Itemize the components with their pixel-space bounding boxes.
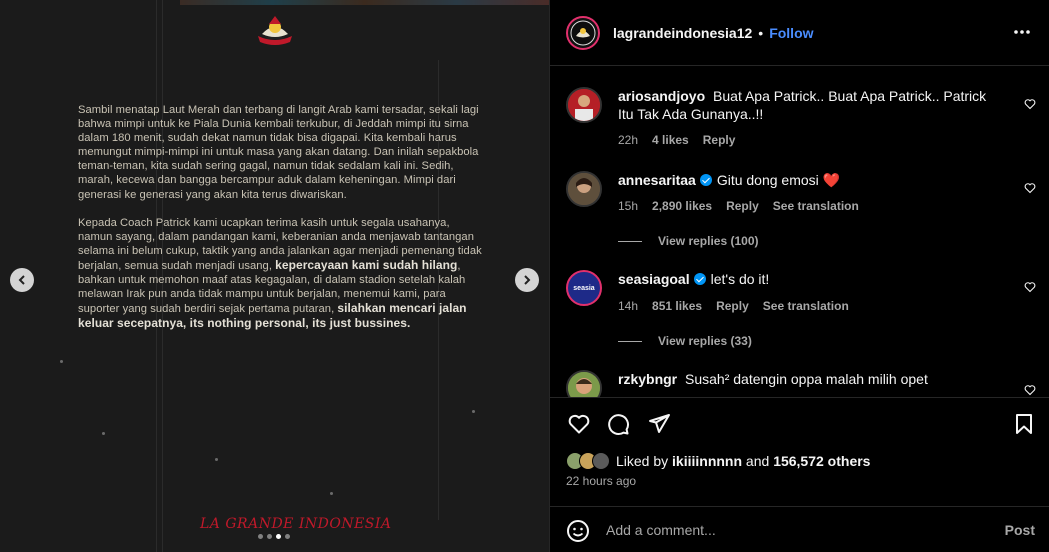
user-photo-icon <box>568 372 600 397</box>
comment-item: seasia seasiagoal let's do it! 14h 851 li… <box>566 270 1036 350</box>
comment-bubble-icon[interactable] <box>606 412 630 436</box>
view-replies-label: View replies (100) <box>658 234 759 248</box>
post-actions-bar <box>550 397 1049 449</box>
comment-likes[interactable]: 4 likes <box>652 133 689 147</box>
verified-badge-icon <box>693 273 706 285</box>
emoji-picker-icon[interactable] <box>566 519 590 543</box>
commenter-avatar[interactable] <box>566 370 602 397</box>
seasia-avatar-text: seasia <box>573 284 595 292</box>
lagrande-logo-icon <box>258 16 292 45</box>
commenter-avatar[interactable] <box>566 171 602 207</box>
liked-by-prefix: Liked by <box>616 453 673 469</box>
user-photo-icon <box>568 173 600 205</box>
reply-button[interactable]: Reply <box>726 199 759 213</box>
comment-username[interactable]: rzkybngr <box>618 371 677 387</box>
comment-likes[interactable]: 851 likes <box>652 299 702 313</box>
like-heart-icon[interactable] <box>567 412 591 436</box>
liked-by-user[interactable]: ikiiiinnnnn <box>672 453 742 469</box>
heart-outline-icon[interactable] <box>1024 281 1036 293</box>
comment-item: annesaritaa Gitu dong emosi ❤️ 15h 2,890 … <box>566 171 1036 251</box>
brand-wordmark: LA GRANDE INDONESIA <box>200 516 392 532</box>
top-image-strip <box>180 0 549 5</box>
previous-slide-button[interactable] <box>10 268 34 292</box>
comment-item: ariosandjoyo Buat Apa Patrick.. Buat Apa… <box>566 87 1036 157</box>
carousel-indicator <box>258 534 290 539</box>
film-speck <box>102 432 105 435</box>
reply-button[interactable]: Reply <box>703 133 736 147</box>
comment-text: Susah² datengin oppa malah milih opet <box>685 371 928 387</box>
comment-likes[interactable]: 2,890 likes <box>652 199 712 213</box>
comment-body: ariosandjoyo Buat Apa Patrick.. Buat Apa… <box>618 87 998 123</box>
comment-body: seasiagoal let's do it! <box>618 270 998 288</box>
film-speck <box>215 458 218 461</box>
carousel-dot <box>267 534 272 539</box>
heart-outline-icon[interactable] <box>1024 384 1036 396</box>
film-speck <box>60 360 63 363</box>
chevron-left-icon <box>18 275 25 285</box>
comment-meta: 22h 4 likes Reply <box>618 133 735 147</box>
comment-meta: 15h 2,890 likes Reply See translation <box>618 199 859 213</box>
liked-by-text: Liked by ikiiiinnnnn and 156,572 others <box>616 453 870 469</box>
carousel-dot-active <box>276 534 281 539</box>
commenter-avatar[interactable]: seasia <box>566 270 602 306</box>
post-caption-text: Sambil menatap Laut Merah dan terbang di… <box>78 103 486 345</box>
liked-by-row: Liked by ikiiiinnnnn and 156,572 others <box>566 452 870 470</box>
reply-button[interactable]: Reply <box>716 299 749 313</box>
comment-input[interactable] <box>606 519 986 541</box>
follow-button[interactable]: Follow <box>769 25 813 41</box>
comment-username[interactable]: annesaritaa <box>618 172 696 188</box>
see-translation-button[interactable]: See translation <box>773 199 859 213</box>
post-paragraph-2: Kepada Coach Patrick kami ucapkan terima… <box>78 216 486 332</box>
carousel-dot <box>258 534 263 539</box>
liked-by-others-count[interactable]: 156,572 others <box>773 453 870 469</box>
post-timestamp[interactable]: 22 hours ago <box>566 474 636 488</box>
film-speck <box>330 492 333 495</box>
user-photo-icon <box>568 89 600 121</box>
heart-outline-icon[interactable] <box>1024 98 1036 110</box>
post-header: lagrandeindonesia12 • Follow <box>550 0 1049 66</box>
post-side-panel: lagrandeindonesia12 • Follow ariosandjoy… <box>549 0 1049 552</box>
comment-time[interactable]: 22h <box>618 133 638 147</box>
author-avatar[interactable] <box>566 15 600 50</box>
liker-avatar[interactable] <box>592 452 610 470</box>
comment-body: annesaritaa Gitu dong emosi ❤️ <box>618 171 998 189</box>
header-separator: • <box>758 24 764 41</box>
post-paragraph-1: Sambil menatap Laut Merah dan terbang di… <box>78 104 479 201</box>
view-replies-button[interactable]: View replies (100) <box>618 234 759 248</box>
see-translation-button[interactable]: See translation <box>763 299 849 313</box>
comment-time[interactable]: 15h <box>618 199 638 213</box>
more-options-icon[interactable] <box>1012 22 1032 42</box>
bookmark-save-icon[interactable] <box>1012 412 1036 436</box>
comment-time[interactable]: 14h <box>618 299 638 313</box>
view-replies-button[interactable]: View replies (33) <box>618 334 752 348</box>
post-comment-button[interactable]: Post <box>1005 522 1035 538</box>
comment-username[interactable]: ariosandjoyo <box>618 88 705 104</box>
verified-badge-icon <box>699 174 712 186</box>
comment-item: rzkybngr Susah² datengin oppa malah mili… <box>566 370 1036 397</box>
lagrande-avatar-icon <box>570 20 596 45</box>
comment-username[interactable]: seasiagoal <box>618 271 690 287</box>
share-send-icon[interactable] <box>647 412 671 436</box>
comments-list[interactable]: ariosandjoyo Buat Apa Patrick.. Buat Apa… <box>550 67 1049 397</box>
commenter-avatar[interactable] <box>566 87 602 123</box>
view-replies-label: View replies (33) <box>658 334 752 348</box>
instagram-post-view: Sambil menatap Laut Merah dan terbang di… <box>0 0 1049 552</box>
comment-text: Gitu dong emosi ❤️ <box>716 172 841 188</box>
liked-by-and: and <box>742 453 774 469</box>
heart-outline-icon[interactable] <box>1024 182 1036 194</box>
comment-body: rzkybngr Susah² datengin oppa malah mili… <box>618 370 998 388</box>
comment-meta: 14h 851 likes Reply See translation <box>618 299 849 313</box>
add-comment-bar: Post <box>550 506 1049 552</box>
chevron-right-icon <box>524 275 531 285</box>
author-username[interactable]: lagrandeindonesia12 <box>613 25 752 41</box>
paragraph-2-bold-a: kepercayaan kami sudah hilang <box>275 257 458 272</box>
comment-text: let's do it! <box>710 271 770 287</box>
carousel-dot <box>285 534 290 539</box>
film-speck <box>472 410 475 413</box>
next-slide-button[interactable] <box>515 268 539 292</box>
post-media: Sambil menatap Laut Merah dan terbang di… <box>0 0 549 552</box>
